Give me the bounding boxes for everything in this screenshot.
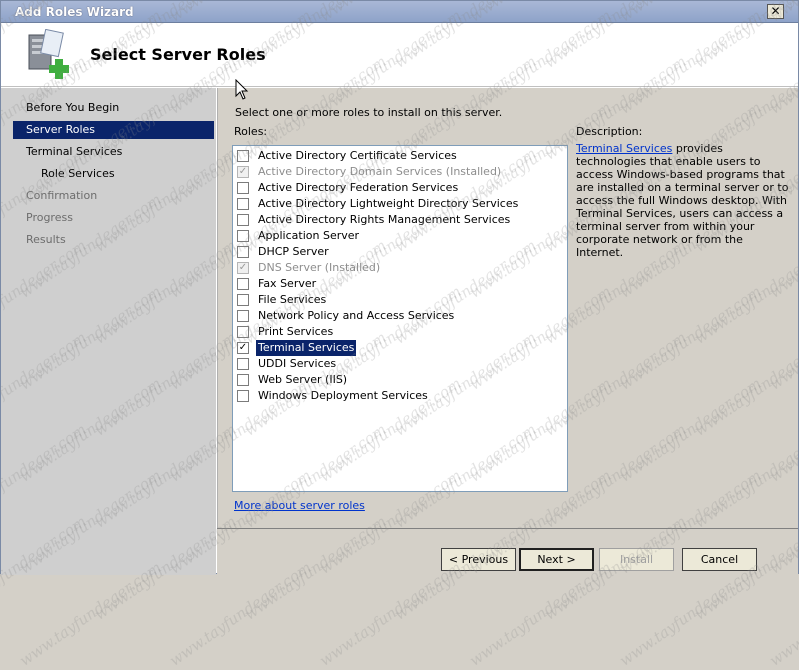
role-label: DHCP Server: [258, 245, 329, 258]
role-label: Fax Server: [258, 277, 317, 290]
role-checkbox: ✓: [237, 262, 249, 274]
role-checkbox[interactable]: [237, 294, 249, 306]
nav-item-results: Results: [26, 233, 66, 246]
previous-button[interactable]: < Previous: [441, 548, 516, 571]
role-row[interactable]: ✓ Terminal Services: [237, 340, 557, 356]
instruction-text: Select one or more roles to install on t…: [235, 106, 503, 119]
role-row: ✓ Active Directory Domain Services (Insta…: [237, 164, 557, 180]
role-row[interactable]: File Services: [237, 292, 557, 308]
role-label: File Services: [258, 293, 327, 306]
role-label: Application Server: [258, 229, 360, 242]
install-button: Install: [599, 548, 674, 571]
role-checkbox[interactable]: [237, 230, 249, 242]
role-checkbox[interactable]: [237, 326, 249, 338]
role-checkbox[interactable]: [237, 150, 249, 162]
role-row[interactable]: Active Directory Rights Management Servi…: [237, 212, 557, 228]
role-label: Active Directory Rights Management Servi…: [258, 213, 511, 226]
server-add-icon: [28, 29, 69, 79]
nav-item-progress: Progress: [26, 211, 73, 224]
role-checkbox[interactable]: [237, 198, 249, 210]
role-label: Web Server (IIS): [258, 373, 348, 386]
window-title: Add Roles Wizard: [15, 5, 134, 19]
role-label: Active Directory Lightweight Directory S…: [258, 197, 519, 210]
role-checkbox[interactable]: [237, 374, 249, 386]
role-label: Active Directory Domain Services (Instal…: [258, 165, 502, 178]
role-label: Windows Deployment Services: [258, 389, 428, 402]
page-title: Select Server Roles: [90, 45, 266, 64]
role-checkbox[interactable]: [237, 278, 249, 290]
role-label: Print Services: [258, 325, 334, 338]
role-row[interactable]: Network Policy and Access Services: [237, 308, 557, 324]
nav-item-terminal-services[interactable]: Terminal Services: [13, 143, 214, 161]
wizard-window: Add Roles Wizard ✕ Select Server Roles B…: [0, 0, 799, 670]
close-icon: ✕: [770, 4, 781, 18]
role-checkbox[interactable]: ✓: [237, 342, 249, 354]
wizard-header: Select Server Roles: [1, 23, 798, 87]
nav-item-role-services[interactable]: Role Services: [13, 165, 214, 183]
role-checkbox[interactable]: [237, 358, 249, 370]
role-row[interactable]: Application Server: [237, 228, 557, 244]
role-row[interactable]: Fax Server: [237, 276, 557, 292]
role-row[interactable]: Print Services: [237, 324, 557, 340]
role-label: Active Directory Certificate Services: [258, 149, 457, 162]
role-label: Active Directory Federation Services: [258, 181, 459, 194]
next-button[interactable]: Next >: [519, 548, 594, 571]
wizard-nav: Before You Begin Server Roles Terminal S…: [1, 88, 216, 575]
role-label: Terminal Services: [256, 340, 357, 356]
title-bar[interactable]: Add Roles Wizard ✕: [1, 1, 798, 23]
role-label: DNS Server (Installed): [258, 261, 381, 274]
nav-item-confirmation: Confirmation: [26, 189, 98, 202]
role-label: Network Policy and Access Services: [258, 309, 455, 322]
role-label: UDDI Services: [258, 357, 337, 370]
description-link[interactable]: Terminal Services: [576, 142, 672, 155]
role-checkbox[interactable]: [237, 246, 249, 258]
role-checkbox[interactable]: [237, 182, 249, 194]
mouse-pointer-icon: [235, 79, 249, 100]
roles-label: Roles:: [234, 125, 268, 138]
nav-item-before-you-begin[interactable]: Before You Begin: [13, 99, 214, 117]
role-checkbox[interactable]: [237, 310, 249, 322]
main-content: Select one or more roles to install on t…: [217, 88, 798, 528]
cancel-button[interactable]: Cancel: [682, 548, 757, 571]
role-row[interactable]: Active Directory Lightweight Directory S…: [237, 196, 557, 212]
role-row[interactable]: Web Server (IIS): [237, 372, 557, 388]
role-checkbox[interactable]: [237, 390, 249, 402]
more-about-roles-link[interactable]: More about server roles: [234, 499, 365, 512]
nav-item-server-roles[interactable]: Server Roles: [13, 121, 214, 139]
description-label: Description:: [576, 125, 643, 138]
close-button[interactable]: ✕: [767, 4, 784, 19]
role-checkbox[interactable]: [237, 214, 249, 226]
roles-list[interactable]: Active Directory Certificate Services ✓ Ac…: [232, 145, 568, 492]
role-row[interactable]: DHCP Server: [237, 244, 557, 260]
description-text: Terminal Services provides technologies …: [576, 142, 790, 259]
role-row: ✓ DNS Server (Installed): [237, 260, 557, 276]
role-row[interactable]: UDDI Services: [237, 356, 557, 372]
description-body: provides technologies that enable users …: [576, 142, 789, 259]
role-row[interactable]: Active Directory Federation Services: [237, 180, 557, 196]
role-row[interactable]: Active Directory Certificate Services: [237, 148, 557, 164]
wizard-footer: < Previous Next > Install Cancel: [217, 528, 798, 575]
role-row[interactable]: Windows Deployment Services: [237, 388, 557, 404]
role-checkbox: ✓: [237, 166, 249, 178]
